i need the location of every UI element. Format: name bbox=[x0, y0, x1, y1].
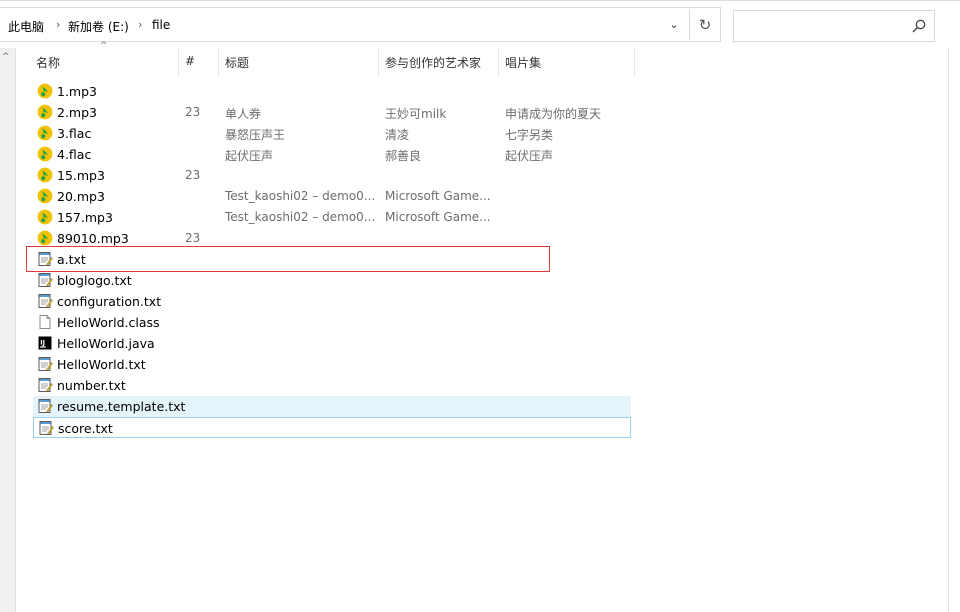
column-header-name[interactable]: 名称 bbox=[30, 48, 178, 76]
file-row[interactable]: 157.mp3 Test_kaoshi02 – demo0... Microsoft… bbox=[33, 207, 631, 228]
intellij-file-icon: IJ bbox=[38, 336, 52, 350]
details-pane-edge bbox=[948, 48, 960, 612]
file-name: score.txt bbox=[58, 421, 113, 436]
file-row[interactable]: 20.mp3 Test_kaoshi02 – demo0... Microsoft … bbox=[33, 186, 631, 207]
file-name: 15.mp3 bbox=[57, 168, 105, 183]
text-file-icon bbox=[39, 421, 54, 435]
file-name: 4.flac bbox=[57, 147, 92, 162]
file-row[interactable]: 15.mp3 23 bbox=[33, 165, 631, 186]
file-row[interactable]: bloglogo.txt bbox=[33, 270, 631, 291]
music-file-icon bbox=[37, 209, 53, 225]
music-file-icon bbox=[37, 83, 53, 99]
file-name: 3.flac bbox=[57, 126, 92, 141]
file-name: 89010.mp3 bbox=[57, 231, 129, 246]
file-row[interactable]: IJ HelloWorld.java bbox=[33, 333, 631, 354]
file-row[interactable]: a.txt bbox=[33, 249, 631, 270]
search-icon[interactable] bbox=[911, 18, 927, 34]
breadcrumb-this-pc[interactable]: 此电脑 bbox=[8, 18, 44, 35]
column-divider[interactable] bbox=[634, 48, 635, 76]
text-file-icon bbox=[38, 294, 53, 308]
cell-title: Test_kaoshi02 – demo0... bbox=[225, 210, 375, 224]
file-row[interactable]: resume.template.txt bbox=[33, 396, 631, 417]
file-name: 157.mp3 bbox=[57, 210, 113, 225]
file-row[interactable]: 89010.mp3 23 bbox=[33, 228, 631, 249]
music-file-icon bbox=[37, 125, 53, 141]
svg-text:IJ: IJ bbox=[40, 339, 45, 347]
cell-artist: Microsoft Game... bbox=[385, 210, 491, 224]
file-name: HelloWorld.class bbox=[57, 315, 160, 330]
column-header-album[interactable]: 唱片集 bbox=[499, 48, 634, 76]
file-name: 20.mp3 bbox=[57, 189, 105, 204]
cell-artist: 清凌 bbox=[385, 128, 410, 142]
cell-track: 23 bbox=[185, 168, 201, 182]
breadcrumb-drive-e[interactable]: 新加卷 (E:) bbox=[68, 18, 129, 35]
file-row[interactable]: HelloWorld.class bbox=[33, 312, 631, 333]
cell-album: 七字另类 bbox=[505, 128, 554, 142]
text-file-icon bbox=[38, 357, 53, 371]
file-row[interactable]: score.txt bbox=[33, 417, 631, 438]
file-row[interactable]: configuration.txt bbox=[33, 291, 631, 312]
file-name: number.txt bbox=[57, 378, 126, 393]
cell-title: 起伏压声 bbox=[225, 149, 274, 163]
column-header-track[interactable]: # bbox=[179, 48, 218, 76]
cell-album: 申请成为你的夏天 bbox=[505, 107, 602, 121]
cell-artist: 郝善良 bbox=[385, 149, 422, 163]
text-file-icon bbox=[38, 378, 53, 392]
text-file-icon bbox=[38, 252, 53, 266]
file-name: 2.mp3 bbox=[57, 105, 97, 120]
cell-track: 23 bbox=[185, 231, 201, 245]
file-row[interactable]: 3.flac 暴怒压声王 清凌 七字另类 bbox=[33, 123, 631, 144]
address-history-dropdown-icon[interactable]: ⌄ bbox=[661, 9, 687, 40]
cell-artist: 王妙可milk bbox=[385, 107, 447, 121]
navigation-pane[interactable]: ^ bbox=[0, 48, 16, 612]
blank-file-icon bbox=[39, 315, 51, 329]
breadcrumb-file[interactable]: file bbox=[152, 18, 170, 32]
file-row[interactable]: number.txt bbox=[33, 375, 631, 396]
column-header-artist[interactable]: 参与创作的艺术家 bbox=[379, 48, 498, 76]
breadcrumb-separator-icon[interactable]: › bbox=[56, 18, 60, 31]
cell-title: 暴怒压声王 bbox=[225, 128, 286, 142]
cell-title: Test_kaoshi02 – demo0... bbox=[225, 189, 375, 203]
music-file-icon bbox=[37, 188, 53, 204]
cell-artist: Microsoft Game... bbox=[385, 189, 491, 203]
refresh-icon[interactable]: ↻ bbox=[689, 9, 720, 40]
cell-title: 单人券 bbox=[225, 107, 262, 121]
breadcrumb-separator-icon[interactable]: › bbox=[138, 18, 142, 31]
file-row[interactable]: HelloWorld.txt bbox=[33, 354, 631, 375]
music-file-icon bbox=[37, 230, 53, 246]
file-name: bloglogo.txt bbox=[57, 273, 132, 288]
file-name: resume.template.txt bbox=[57, 399, 186, 414]
text-file-icon bbox=[38, 399, 53, 413]
toolbar-area: 此电脑 › 新加卷 (E:) › file ⌄ ↻ bbox=[0, 0, 960, 48]
file-name: HelloWorld.txt bbox=[57, 357, 146, 372]
file-row[interactable]: 2.mp3 23 单人券 王妙可milk 申请成为你的夏天 bbox=[33, 102, 631, 123]
music-file-icon bbox=[37, 104, 53, 120]
file-name: 1.mp3 bbox=[57, 84, 97, 99]
file-row[interactable]: 4.flac 起伏压声 郝善良 起伏压声 bbox=[33, 144, 631, 165]
collapse-arrow-icon[interactable]: ^ bbox=[2, 52, 10, 62]
music-file-icon bbox=[37, 167, 53, 183]
file-name: configuration.txt bbox=[57, 294, 162, 309]
cell-album: 起伏压声 bbox=[505, 149, 554, 163]
column-header-title[interactable]: 标题 bbox=[219, 48, 378, 76]
file-name: HelloWorld.java bbox=[57, 336, 155, 351]
address-bar[interactable]: 此电脑 › 新加卷 (E:) › file ⌄ ↻ bbox=[0, 7, 721, 42]
file-name: a.txt bbox=[57, 252, 86, 267]
text-file-icon bbox=[38, 273, 53, 287]
search-box[interactable] bbox=[733, 10, 935, 42]
file-row[interactable]: 1.mp3 bbox=[33, 81, 631, 102]
cell-track: 23 bbox=[185, 105, 201, 119]
music-file-icon bbox=[37, 146, 53, 162]
